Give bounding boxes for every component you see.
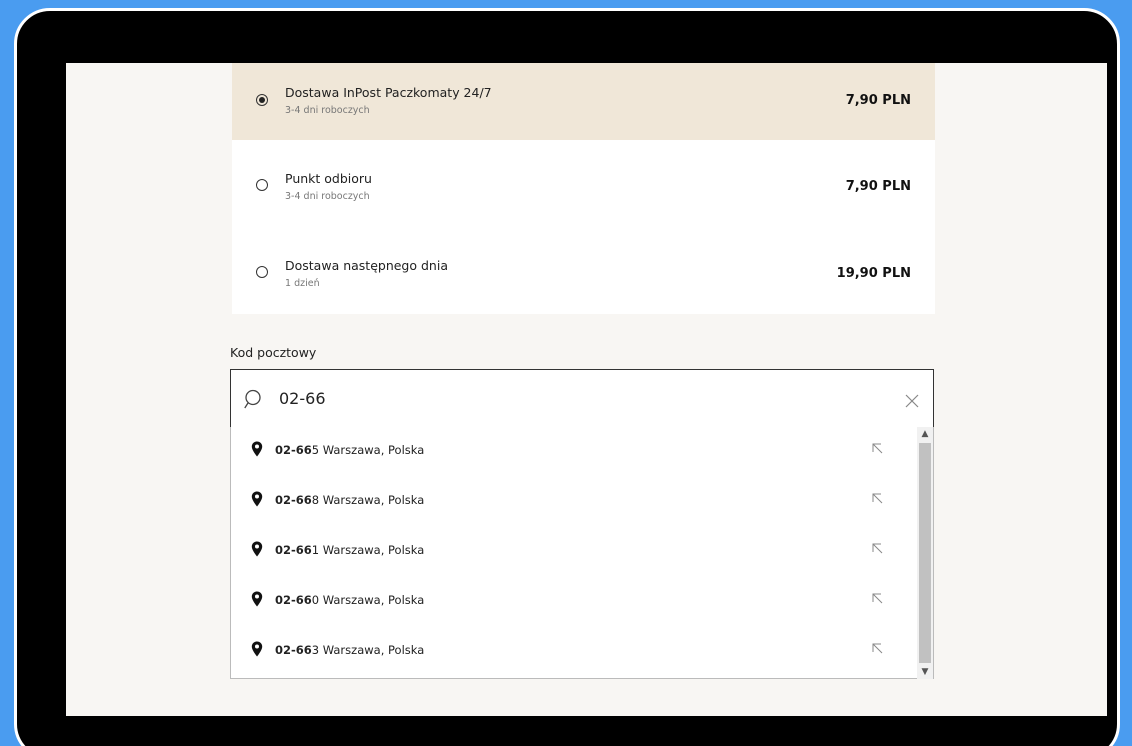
- option-title: Dostawa następnego dnia: [285, 258, 448, 273]
- map-pin-icon: [251, 591, 263, 607]
- suggestion-item[interactable]: 02-660 Warszawa, Polska: [231, 577, 919, 627]
- arrow-up-left-icon[interactable]: [872, 543, 883, 554]
- option-subtitle: 1 dzień: [285, 278, 320, 289]
- option-price: 7,90 PLN: [845, 179, 911, 194]
- dropdown-scrollbar[interactable]: ▲ ▼: [917, 427, 933, 679]
- shipping-option-pickup[interactable]: Punkt odbioru 3-4 dni roboczych 7,90 PLN: [232, 140, 935, 226]
- checkout-screen: Dostawa InPost Paczkomaty 24/7 3-4 dni r…: [66, 63, 1107, 716]
- option-price: 7,90 PLN: [845, 93, 911, 108]
- scroll-up-icon[interactable]: ▲: [917, 427, 933, 441]
- map-pin-icon: [251, 641, 263, 657]
- suggestion-text: 02-663 Warszawa, Polska: [275, 643, 425, 657]
- option-subtitle: 3-4 dni roboczych: [285, 105, 370, 116]
- map-pin-icon: [251, 541, 263, 557]
- suggestion-item[interactable]: 02-668 Warszawa, Polska: [231, 477, 919, 527]
- shipping-options: Dostawa InPost Paczkomaty 24/7 3-4 dni r…: [232, 63, 935, 314]
- scroll-down-icon[interactable]: ▼: [917, 665, 933, 679]
- search-icon: [244, 389, 261, 409]
- scrollbar-thumb[interactable]: [919, 443, 931, 663]
- suggestion-item[interactable]: 02-665 Warszawa, Polska: [231, 427, 919, 477]
- suggestion-item[interactable]: 02-663 Warszawa, Polska: [231, 627, 919, 677]
- radio-selected[interactable]: [256, 94, 268, 106]
- suggestion-text: 02-660 Warszawa, Polska: [275, 593, 425, 607]
- postal-code-label: Kod pocztowy: [230, 345, 317, 360]
- device-frame: Dostawa InPost Paczkomaty 24/7 3-4 dni r…: [14, 8, 1120, 746]
- arrow-up-left-icon[interactable]: [872, 493, 883, 504]
- shipping-option-nextday[interactable]: Dostawa następnego dnia 1 dzień 19,90 PL…: [232, 226, 935, 314]
- shipping-option-inpost[interactable]: Dostawa InPost Paczkomaty 24/7 3-4 dni r…: [232, 63, 935, 140]
- map-pin-icon: [251, 491, 263, 507]
- close-icon[interactable]: [905, 394, 919, 408]
- radio-unselected[interactable]: [256, 179, 268, 191]
- arrow-up-left-icon[interactable]: [872, 593, 883, 604]
- arrow-up-left-icon[interactable]: [872, 443, 883, 454]
- map-pin-icon: [251, 441, 263, 457]
- radio-unselected[interactable]: [256, 266, 268, 278]
- option-title: Dostawa InPost Paczkomaty 24/7: [285, 85, 492, 100]
- postal-code-input[interactable]: [279, 385, 839, 411]
- suggestion-item[interactable]: 02-661 Warszawa, Polska: [231, 527, 919, 577]
- suggestion-text: 02-661 Warszawa, Polska: [275, 543, 425, 557]
- suggestion-text: 02-665 Warszawa, Polska: [275, 443, 425, 457]
- option-title: Punkt odbioru: [285, 171, 372, 186]
- postal-code-field[interactable]: [230, 369, 934, 427]
- suggestion-text: 02-668 Warszawa, Polska: [275, 493, 425, 507]
- option-subtitle: 3-4 dni roboczych: [285, 191, 370, 202]
- option-price: 19,90 PLN: [836, 266, 911, 281]
- arrow-up-left-icon[interactable]: [872, 643, 883, 654]
- suggestions-dropdown: 02-665 Warszawa, Polska 02-668 Warszawa,…: [230, 427, 934, 679]
